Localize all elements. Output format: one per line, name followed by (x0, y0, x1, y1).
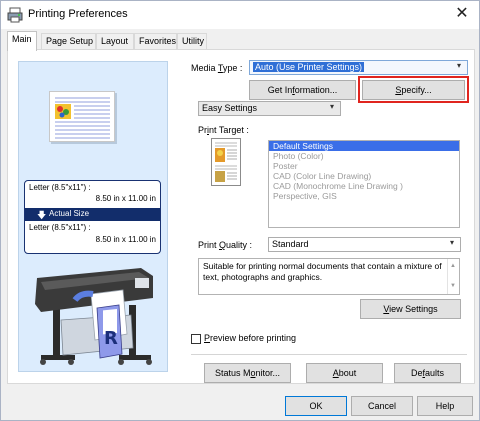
scroll-up-icon[interactable]: ▲ (450, 261, 456, 272)
print-quality-label: Print Quality : (198, 240, 253, 250)
list-item[interactable]: Default Settings (269, 141, 459, 151)
defaults-button[interactable]: Defaults (394, 363, 461, 383)
preview-before-printing-checkbox[interactable] (191, 334, 201, 344)
window-title: Printing Preferences (28, 8, 128, 20)
print-quality-select[interactable]: Standard ▾ (268, 237, 461, 252)
print-target-thumbnail-graphic (215, 142, 237, 182)
tab-layout[interactable]: Layout (96, 33, 134, 50)
printing-preferences-window: Printing Preferences ✕ Main Page Setup L… (0, 0, 480, 421)
output-size-value: 8.50 in x 11.00 in (95, 235, 156, 244)
page-preview-graphic (55, 97, 110, 139)
view-settings-button[interactable]: View Settings (360, 299, 461, 319)
close-icon[interactable]: ✕ (449, 3, 475, 25)
media-type-select[interactable]: Auto (Use Printer Settings) ▾ (249, 60, 468, 75)
description-text: Suitable for printing normal documents t… (198, 258, 460, 295)
media-type-value: Auto (Use Printer Settings) (253, 62, 365, 72)
media-type-label: Media Type : (191, 63, 243, 73)
printer-illustration: R (35, 268, 153, 365)
ok-button[interactable]: OK (285, 396, 347, 416)
scroll-down-icon[interactable]: ▼ (450, 281, 456, 292)
chevron-down-icon: ▾ (449, 238, 454, 247)
original-size-label: Letter (8.5"x11") : (29, 183, 91, 192)
paper-size-info: Letter (8.5"x11") : 8.50 in x 11.00 in 🡇… (24, 180, 161, 254)
output-size-label: Letter (8.5"x11") : (29, 223, 91, 232)
list-item[interactable]: Perspective, GIS (269, 191, 459, 201)
status-monitor-button[interactable]: Status Monitor... (204, 363, 291, 383)
print-target-thumbnail (211, 138, 241, 186)
chevron-down-icon: ▾ (456, 61, 461, 70)
printer-app-icon (7, 7, 23, 23)
list-item[interactable]: Poster (269, 161, 459, 171)
about-button[interactable]: About (306, 363, 383, 383)
original-size-value: 8.50 in x 11.00 in (95, 194, 156, 203)
get-information-button[interactable]: Get Information... (249, 80, 356, 100)
list-item[interactable]: Photo (Color) (269, 151, 459, 161)
tab-page-setup[interactable]: Page Setup (41, 33, 96, 50)
list-item[interactable]: CAD (Monochrome Line Drawing ) (269, 181, 459, 191)
title-bar: Printing Preferences ✕ (1, 1, 479, 29)
print-target-list[interactable]: Default Settings Photo (Color) Poster CA… (268, 140, 460, 228)
tab-utility[interactable]: Utility (177, 33, 207, 50)
cancel-button[interactable]: Cancel (351, 396, 413, 416)
tab-main[interactable]: Main (7, 31, 37, 51)
page-preview (49, 91, 115, 142)
settings-mode-value: Easy Settings (202, 103, 258, 113)
list-item[interactable]: CAD (Color Line Drawing) (269, 171, 459, 181)
tab-favorites[interactable]: Favorites (134, 33, 177, 50)
actual-size-label: Actual Size (49, 209, 90, 218)
settings-mode-select[interactable]: Easy Settings ▾ (198, 101, 341, 116)
separator (191, 354, 467, 355)
help-button[interactable]: Help (417, 396, 473, 416)
print-target-label: Print Target : (198, 125, 249, 135)
chevron-down-icon: ▾ (329, 102, 334, 111)
preview-before-printing-label[interactable]: Preview before printing (204, 333, 296, 343)
main-tab-panel: Letter (8.5"x11") : 8.50 in x 11.00 in 🡇… (7, 49, 475, 384)
print-quality-value: Standard (272, 239, 309, 249)
description-scrollbar[interactable]: ▲ ▼ (447, 259, 459, 294)
actual-size-bar: 🡇 Actual Size (25, 208, 160, 221)
printer-letter: R (104, 328, 118, 349)
arrow-down-icon: 🡇 (37, 210, 47, 220)
specify-button[interactable]: Specify... (362, 80, 465, 100)
layout-preview: Letter (8.5"x11") : 8.50 in x 11.00 in 🡇… (18, 61, 168, 372)
